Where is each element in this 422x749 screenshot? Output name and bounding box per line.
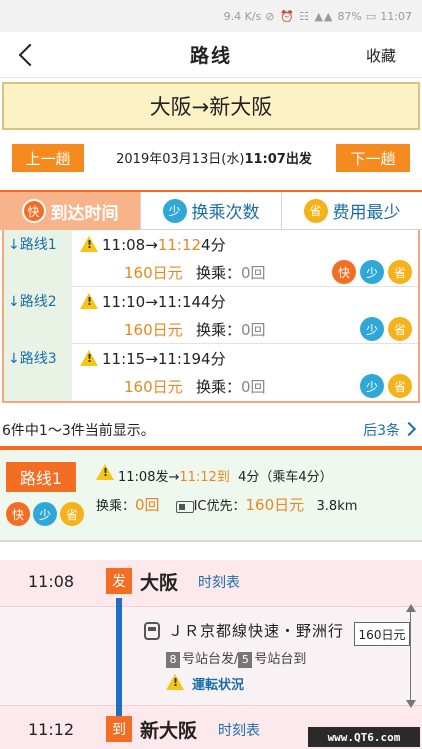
tab-label: 费用最少 bbox=[332, 203, 401, 223]
route-detail-summary: 路线1 快 少 省 11:08发→11:12到 4分（乘车4分） 换乘：0回IC… bbox=[0, 450, 422, 542]
result-count-text: 6件中1～3件当前显示。 bbox=[2, 423, 155, 439]
warning-icon bbox=[166, 674, 184, 690]
favorite-button[interactable]: 收藏 bbox=[366, 45, 396, 66]
platform-info: 8 号站台发/5 号站台到 bbox=[166, 648, 306, 668]
detail-badges: 快 少 省 bbox=[6, 502, 84, 526]
back-icon[interactable] bbox=[14, 40, 40, 70]
route-transfers: 换乘：0回 bbox=[196, 321, 266, 339]
route-transfers: 换乘：0回 bbox=[196, 264, 266, 282]
net-speed: 9.4 K/s bbox=[223, 9, 262, 23]
depart-tag: 发 bbox=[106, 568, 132, 594]
route-badges: 少 省 bbox=[360, 374, 412, 398]
few-badge-icon: 少 bbox=[360, 260, 384, 284]
route-fare: 160日元 bbox=[124, 264, 183, 282]
timetable-link[interactable]: 时刻表 bbox=[218, 720, 260, 740]
prev-train-button[interactable]: 上一趟 bbox=[12, 144, 84, 172]
few-badge-icon: 少 bbox=[162, 198, 187, 223]
route-fare: 160日元 bbox=[124, 321, 183, 339]
depart-time: 11:07出发 bbox=[244, 152, 312, 167]
ic-card-icon bbox=[175, 500, 194, 513]
watermark-logo: www.QT6.com bbox=[308, 727, 420, 747]
timetable-link[interactable]: 时刻表 bbox=[198, 572, 240, 592]
operation-status-link[interactable]: 運転状況 bbox=[192, 674, 244, 693]
result-count-row: 6件中1～3件当前显示。 后3条 bbox=[0, 414, 422, 444]
route-label: ↓路线2 bbox=[4, 287, 72, 344]
few-badge-icon: 少 bbox=[33, 502, 57, 526]
route-label: ↓路线1 bbox=[4, 230, 72, 287]
route-times: 11:08→11:124分 bbox=[102, 236, 226, 254]
save-badge-icon: 省 bbox=[388, 317, 412, 341]
line-indicator bbox=[116, 598, 122, 718]
route-banner: 大阪→新大阪 bbox=[2, 82, 420, 130]
route-badges: 快 少 省 bbox=[332, 260, 412, 284]
few-badge-icon: 少 bbox=[360, 317, 384, 341]
warning-icon bbox=[80, 293, 98, 309]
next-train-button[interactable]: 下一趟 bbox=[336, 144, 410, 172]
arrow-down-icon bbox=[406, 700, 416, 708]
route-detail-label: 路线1 bbox=[6, 462, 76, 492]
timeline-stop-start: 11:08 发 大阪 时刻表 bbox=[0, 568, 422, 612]
stop-time: 11:08 bbox=[28, 572, 75, 591]
tab-arrival-time[interactable]: 快 到达时间 bbox=[0, 192, 141, 230]
tab-label: 到达时间 bbox=[50, 203, 119, 224]
route-list: ↓路线1 11:08→11:124分 160日元 换乘：0回 快 少 省 ↓路线… bbox=[2, 230, 420, 403]
battery-level: 87% bbox=[337, 9, 362, 23]
stop-name: 大阪 bbox=[140, 572, 179, 594]
few-badge-icon: 少 bbox=[360, 374, 384, 398]
nav-bar: 路线 收藏 bbox=[0, 32, 422, 78]
sort-tabs: 快 到达时间 少 换乘次数 省 费用最少 bbox=[0, 190, 422, 230]
warning-icon bbox=[80, 236, 98, 252]
departure-datetime: 2019年03月13日(水)11:07出发 bbox=[96, 148, 332, 167]
fast-badge-icon: 快 bbox=[332, 260, 356, 284]
route-badges: 少 省 bbox=[360, 317, 412, 341]
route-row[interactable]: ↓路线3 11:15→11:194分 160日元 换乘：0回 少 省 bbox=[4, 344, 418, 401]
detail-times: 11:08发→11:12到 4分（乘车4分） bbox=[118, 470, 333, 485]
fare-range-line bbox=[410, 606, 411, 706]
save-badge-icon: 省 bbox=[60, 502, 84, 526]
route-label: ↓路线3 bbox=[4, 344, 72, 401]
status-icons: ⊘ ⏰ ☷ ▲▲ bbox=[265, 9, 334, 23]
chevron-right-icon[interactable] bbox=[401, 421, 417, 437]
fast-badge-icon: 快 bbox=[21, 199, 46, 223]
segment-fare: 160日元 bbox=[354, 622, 410, 646]
route-row[interactable]: ↓路线2 11:10→11:144分 160日元 换乘：0回 少 省 bbox=[4, 287, 418, 344]
tab-transfer-count[interactable]: 少 换乘次数 bbox=[141, 192, 282, 230]
fast-badge-icon: 快 bbox=[6, 502, 30, 526]
route-fare: 160日元 bbox=[124, 378, 183, 396]
arrive-tag: 到 bbox=[106, 716, 132, 742]
route-transfers: 换乘：0回 bbox=[196, 378, 266, 396]
warning-icon bbox=[96, 464, 114, 480]
route-times: 11:15→11:194分 bbox=[102, 350, 226, 368]
train-line-name: ＪＲ京都線快速・野洲行 bbox=[168, 622, 345, 640]
save-badge-icon: 省 bbox=[388, 260, 412, 284]
next-results-link[interactable]: 后3条 bbox=[363, 420, 400, 440]
stop-name: 新大阪 bbox=[140, 720, 198, 742]
route-times: 11:10→11:144分 bbox=[102, 293, 226, 311]
tab-lowest-fare[interactable]: 省 费用最少 bbox=[282, 192, 422, 230]
battery-icon: ▭ bbox=[365, 9, 377, 23]
page-title: 路线 bbox=[189, 45, 232, 67]
warning-icon bbox=[80, 350, 98, 366]
stop-time: 11:12 bbox=[28, 720, 75, 739]
tab-label: 换乘次数 bbox=[191, 203, 260, 223]
save-badge-icon: 省 bbox=[388, 374, 412, 398]
day-nav: 上一趟 2019年03月13日(水)11:07出发 下一趟 bbox=[0, 142, 422, 174]
clock: 11:07 bbox=[380, 9, 412, 23]
arrow-up-icon bbox=[406, 604, 416, 612]
train-icon bbox=[144, 622, 160, 640]
save-badge-icon: 省 bbox=[303, 198, 328, 223]
route-row[interactable]: ↓路线1 11:08→11:124分 160日元 换乘：0回 快 少 省 bbox=[4, 230, 418, 287]
date-text: 2019年03月13日(水) bbox=[116, 152, 245, 167]
status-bar: 9.4 K/s ⊘ ⏰ ☷ ▲▲ 87% ▭ 11:07 bbox=[0, 0, 422, 32]
detail-fare-row: 换乘：0回 IC优先：160日元 3.8km bbox=[96, 496, 358, 514]
